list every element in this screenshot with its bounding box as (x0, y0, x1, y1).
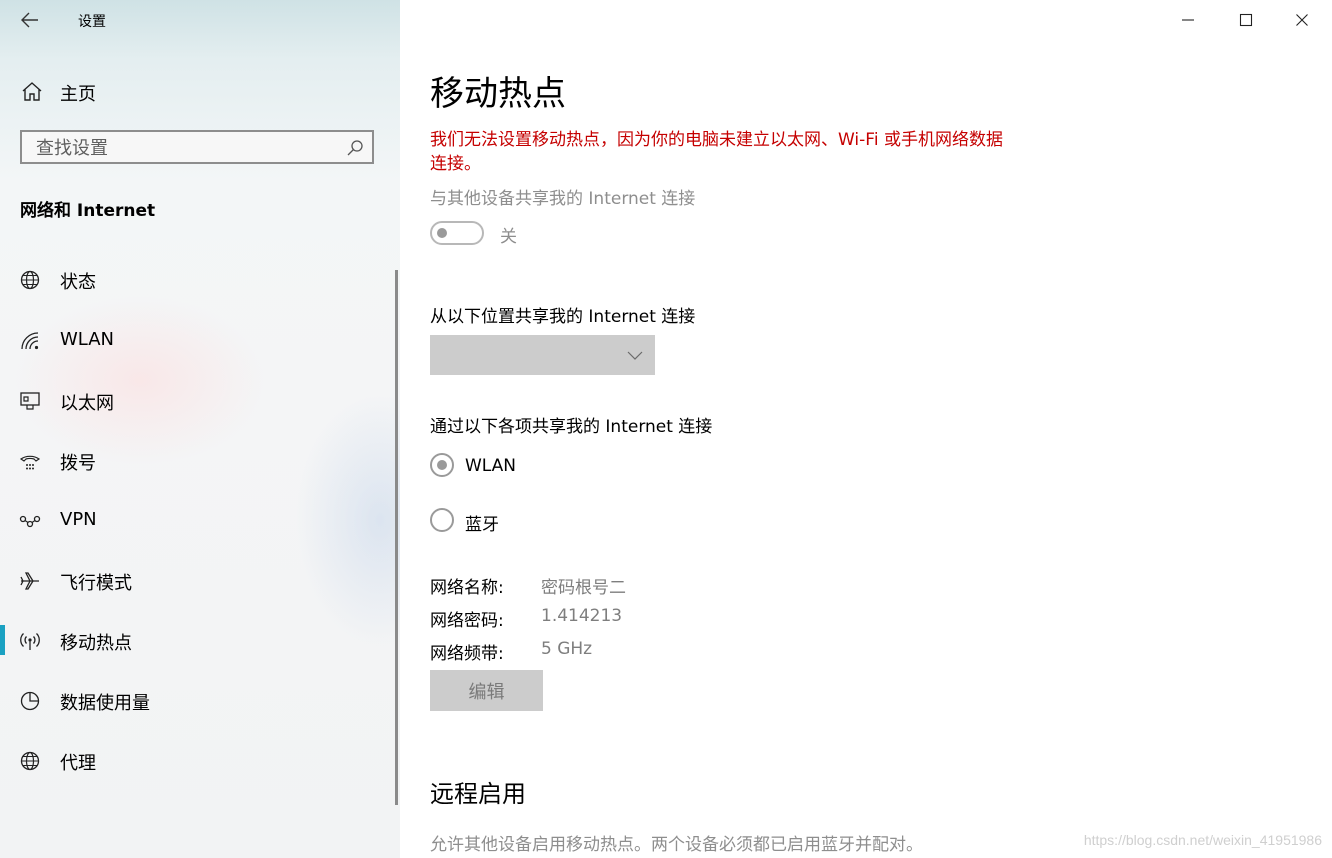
sidebar-item-label: 飞行模式 (60, 573, 132, 594)
sidebar-item-wlan[interactable]: WLAN (0, 319, 395, 363)
sidebar-item-data-usage[interactable]: 数据使用量 (0, 679, 395, 723)
network-band-key: 网络频带: (430, 644, 504, 664)
sidebar-item-hotspot[interactable]: 移动热点 (0, 619, 395, 663)
search-icon[interactable] (346, 139, 364, 157)
sidebar-item-label: WLAN (60, 329, 115, 350)
radio-wlan[interactable] (430, 453, 454, 477)
airplane-icon (20, 572, 39, 590)
share-label: 与其他设备共享我的 Internet 连接 (430, 189, 696, 209)
search-box[interactable] (20, 130, 374, 164)
share-from-dropdown[interactable] (430, 335, 655, 375)
globe-status-icon (20, 270, 40, 290)
maximize-button[interactable] (1224, 6, 1268, 34)
network-password-key: 网络密码: (430, 611, 504, 631)
sidebar-item-proxy[interactable]: 代理 (0, 739, 395, 783)
sidebar-item-home[interactable]: 主页 (18, 78, 378, 106)
sidebar: 设置 主页 网络和 Internet 状态 WLAN 以太网 拨号 VPN 飞行… (0, 0, 400, 858)
search-input[interactable] (36, 137, 336, 159)
section-title: 网络和 Internet (20, 201, 156, 221)
chevron-down-icon (627, 351, 643, 360)
back-arrow-icon (21, 12, 38, 28)
active-indicator (0, 625, 5, 655)
app-title: 设置 (78, 14, 106, 30)
main-panel: 移动热点 我们无法设置移动热点，因为你的电脑未建立以太网、Wi-Fi 或手机网络… (400, 0, 1332, 858)
sidebar-item-status[interactable]: 状态 (0, 258, 395, 302)
toggle-state-label: 关 (500, 227, 517, 247)
close-button[interactable] (1280, 6, 1324, 34)
page-title: 移动热点 (430, 74, 566, 114)
error-message: 我们无法设置移动热点，因为你的电脑未建立以太网、Wi-Fi 或手机网络数据连接。 (430, 130, 1003, 174)
sidebar-item-label: 代理 (60, 753, 96, 774)
network-band-value: 5 GHz (541, 639, 593, 659)
sidebar-item-label: 拨号 (60, 453, 96, 474)
sidebar-item-label: 以太网 (60, 393, 114, 414)
sidebar-scrollbar[interactable] (395, 270, 398, 805)
sidebar-item-airplane[interactable]: 飞行模式 (0, 559, 395, 603)
minimize-icon (1182, 19, 1194, 21)
hotspot-icon (20, 633, 40, 650)
home-label: 主页 (60, 84, 96, 105)
maximize-icon (1239, 13, 1253, 27)
sidebar-item-dialup[interactable]: 拨号 (0, 439, 395, 483)
close-icon (1296, 14, 1308, 26)
minimize-button[interactable] (1166, 6, 1210, 34)
ethernet-icon (20, 392, 40, 410)
share-from-label: 从以下位置共享我的 Internet 连接 (430, 307, 696, 327)
radio-wlan-label[interactable]: WLAN (465, 456, 516, 476)
dialup-icon (19, 455, 41, 470)
sidebar-item-label: 状态 (60, 272, 96, 293)
remote-enable-description: 允许其他设备启用移动热点。两个设备必须都已启用蓝牙并配对。 (430, 835, 923, 855)
sidebar-item-ethernet[interactable]: 以太网 (0, 379, 395, 423)
sidebar-item-label: 移动热点 (60, 633, 132, 654)
data-usage-icon (20, 691, 40, 711)
radio-bluetooth[interactable] (430, 508, 454, 532)
network-name-value: 密码根号二 (541, 578, 626, 598)
edit-button[interactable]: 编辑 (430, 670, 543, 711)
globe-proxy-icon (20, 751, 40, 771)
sidebar-item-label: VPN (60, 509, 97, 530)
sidebar-item-vpn[interactable]: VPN (0, 499, 395, 543)
home-icon (22, 82, 42, 101)
watermark: https://blog.csdn.net/weixin_41951986 (1083, 832, 1322, 848)
radio-bluetooth-label[interactable]: 蓝牙 (465, 510, 499, 535)
remote-enable-title: 远程启用 (430, 780, 526, 808)
network-password-value: 1.414213 (541, 606, 623, 626)
wifi-icon (21, 332, 39, 350)
network-name-key: 网络名称: (430, 578, 504, 598)
sidebar-item-label: 数据使用量 (60, 693, 150, 714)
toggle-knob (437, 228, 447, 238)
vpn-icon (19, 515, 41, 528)
share-via-label: 通过以下各项共享我的 Internet 连接 (430, 417, 713, 437)
radio-selected-dot (437, 460, 447, 470)
back-button[interactable] (18, 8, 42, 32)
share-toggle[interactable] (430, 221, 484, 245)
